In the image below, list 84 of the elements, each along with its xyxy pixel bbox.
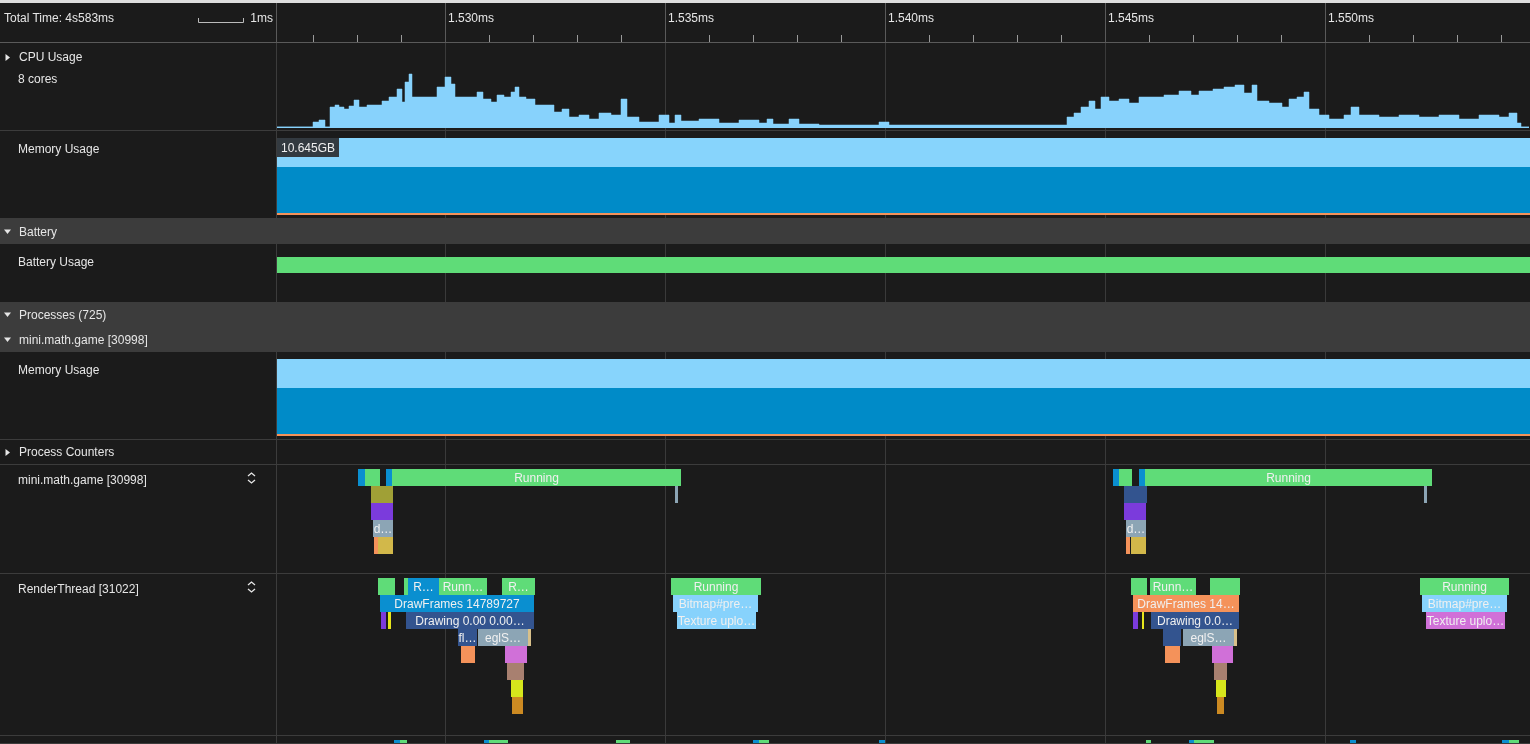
trace-slice[interactable] <box>358 469 365 486</box>
trace-slice[interactable]: Texture uplo… <box>1426 612 1505 629</box>
core-count: 8 cores <box>17 71 59 88</box>
trace-slice[interactable]: Running <box>671 578 761 595</box>
trace-slice[interactable]: Runn… <box>1150 578 1196 595</box>
trace-slice[interactable] <box>461 646 475 663</box>
trace-slice[interactable]: fl… <box>458 629 477 646</box>
trace-slice[interactable]: R… <box>408 578 439 595</box>
trace-slice[interactable]: DrawFrames 14… <box>1133 595 1239 612</box>
trace-slice[interactable] <box>1216 680 1226 697</box>
trace-slice[interactable] <box>378 537 393 554</box>
thread-label: RenderThread [31022] <box>18 581 139 598</box>
expanded-arrow-icon[interactable] <box>4 228 11 235</box>
trace-slice[interactable]: R… <box>502 578 535 595</box>
trace-slice[interactable]: eglS… <box>1183 629 1234 646</box>
trace-slice[interactable] <box>507 663 524 680</box>
trace-slice[interactable] <box>1234 629 1237 646</box>
trace-slice[interactable]: Running <box>1420 578 1509 595</box>
time-tick-label: 1.535ms <box>668 10 715 27</box>
trace-slice[interactable] <box>1217 697 1224 714</box>
track-label: Battery Usage <box>18 255 95 269</box>
trace-slice[interactable] <box>1124 486 1147 503</box>
trace-slice[interactable]: Drawing 0.00 0.00… <box>406 612 534 629</box>
time-tick-label: 1.550ms <box>1328 10 1375 27</box>
track-label: Memory Usage <box>18 363 100 377</box>
trace-slice[interactable]: d… <box>373 520 393 537</box>
group-label: Processes (725) <box>19 306 107 324</box>
time-tick-label: 1.530ms <box>448 10 495 27</box>
trace-slice[interactable] <box>1133 612 1138 629</box>
trace-slice[interactable] <box>1139 469 1145 486</box>
trace-slice[interactable] <box>528 629 531 646</box>
expanded-arrow-icon[interactable] <box>4 336 11 343</box>
trace-slice[interactable] <box>1214 663 1227 680</box>
trace-slice[interactable] <box>1210 578 1240 595</box>
collapsed-arrow-icon[interactable] <box>4 448 11 456</box>
trace-slice[interactable] <box>404 578 408 595</box>
track-label: Memory Usage <box>18 142 100 156</box>
collapsed-arrow-icon[interactable] <box>4 53 11 61</box>
total-time-label: Total Time: 4s583ms <box>4 10 115 27</box>
trace-slice[interactable] <box>386 469 392 486</box>
trace-slice[interactable] <box>1126 537 1130 554</box>
trace-slice[interactable] <box>1131 537 1146 554</box>
time-tick-label: 1.540ms <box>888 10 935 27</box>
expanded-arrow-icon[interactable] <box>4 311 11 318</box>
trace-slice[interactable] <box>1424 486 1427 503</box>
trace-slice[interactable]: eglS… <box>478 629 528 646</box>
trace-slice[interactable] <box>505 646 527 663</box>
trace-slice[interactable]: Running <box>1145 469 1432 486</box>
trace-slice[interactable] <box>378 578 395 595</box>
trace-slice[interactable] <box>675 486 678 503</box>
trace-slice[interactable] <box>511 680 523 697</box>
expand-collapse-icon[interactable] <box>247 472 256 484</box>
trace-slice[interactable] <box>371 503 393 520</box>
trace-slice[interactable]: Runn… <box>439 578 487 595</box>
trace-slice[interactable] <box>365 469 380 486</box>
trace-slice[interactable]: d… <box>1126 520 1146 537</box>
expand-collapse-icon[interactable] <box>247 581 256 593</box>
track-label: CPU Usage <box>19 49 83 66</box>
trace-slice[interactable] <box>371 486 393 503</box>
trace-slice[interactable]: Bitmap#pre… <box>1422 595 1507 612</box>
track-label: Process Counters <box>19 444 115 461</box>
trace-slice[interactable] <box>1212 646 1233 663</box>
trace-slice[interactable]: Running <box>392 469 681 486</box>
trace-slice[interactable] <box>1165 646 1180 663</box>
scale-label: 1ms <box>250 10 273 27</box>
trace-slice[interactable] <box>381 612 386 629</box>
trace-slice[interactable] <box>1119 469 1132 486</box>
scale-bar-icon <box>198 18 245 23</box>
trace-slice[interactable]: Texture uplo… <box>677 612 756 629</box>
group-label: mini.math.game [30998] <box>19 331 148 349</box>
time-tick-label: 1.545ms <box>1108 10 1155 27</box>
trace-slice[interactable] <box>388 612 391 629</box>
thread-label: mini.math.game [30998] <box>18 472 147 489</box>
trace-slice[interactable]: Drawing 0.0… <box>1151 612 1239 629</box>
trace-slice[interactable] <box>1124 503 1146 520</box>
trace-slice[interactable] <box>1163 629 1181 646</box>
trace-slice[interactable]: Bitmap#pre… <box>673 595 758 612</box>
memory-value-label: 10.645GB <box>277 138 340 157</box>
trace-slice[interactable] <box>374 537 378 554</box>
trace-slice[interactable] <box>1113 469 1119 486</box>
trace-slice[interactable]: DrawFrames 14789727 <box>380 595 534 612</box>
trace-slice[interactable] <box>1131 578 1147 595</box>
group-label: Battery <box>19 223 57 241</box>
trace-slice[interactable] <box>512 697 523 714</box>
